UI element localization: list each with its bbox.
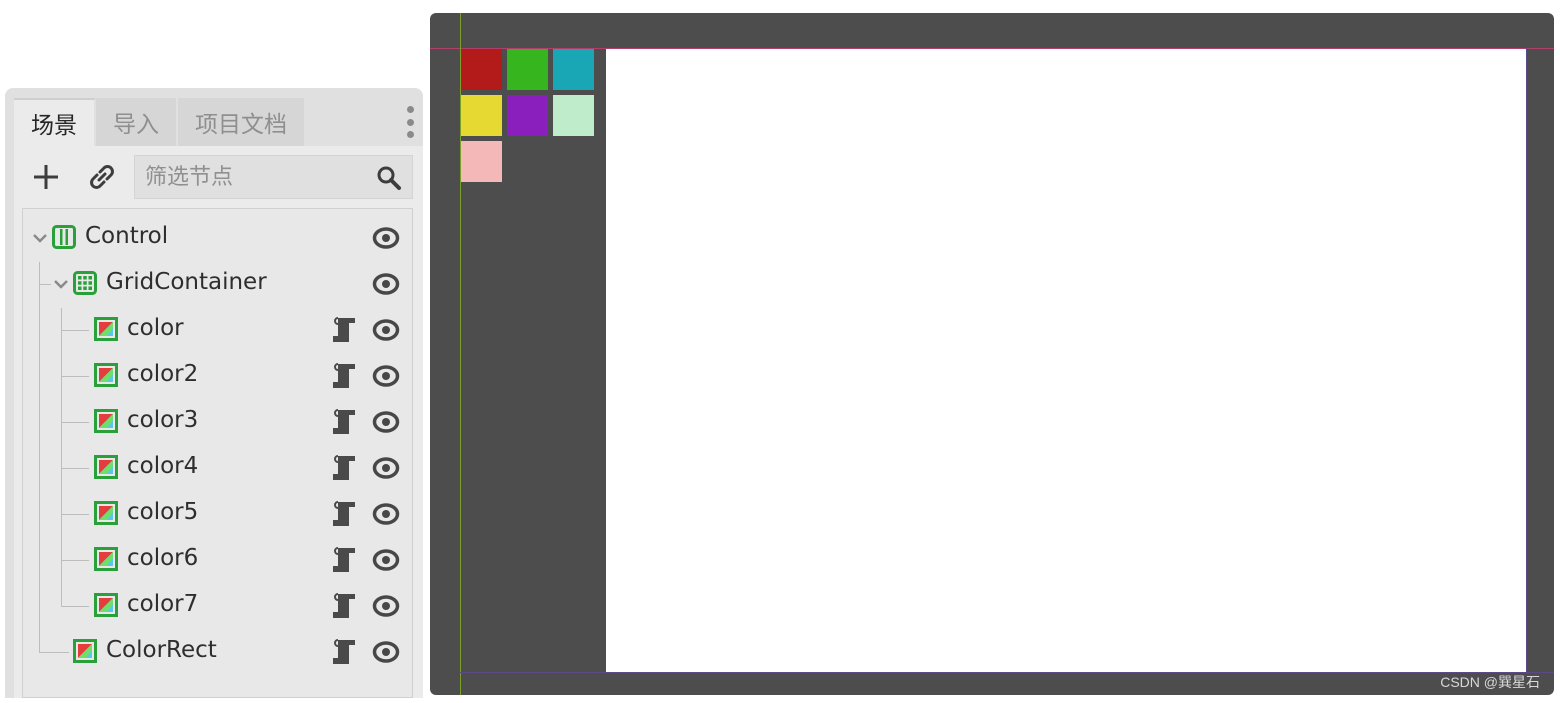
colorrect-icon — [94, 593, 118, 617]
scene-toolbar — [14, 146, 423, 206]
color-swatch-6[interactable] — [553, 95, 594, 136]
script-icon[interactable] — [330, 316, 358, 344]
eye-icon[interactable] — [372, 594, 400, 618]
color-swatch-2[interactable] — [507, 49, 548, 90]
script-icon[interactable] — [330, 408, 358, 436]
script-icon[interactable] — [330, 362, 358, 390]
script-icon[interactable] — [330, 638, 358, 666]
tree-item-control[interactable]: Control — [23, 215, 412, 261]
add-node-button[interactable] — [26, 156, 66, 198]
tab-project-docs[interactable]: 项目文档 — [178, 98, 306, 146]
tree-item-label: color5 — [127, 499, 199, 525]
eye-icon[interactable] — [372, 640, 400, 664]
colorrect-icon — [94, 317, 118, 341]
eye-icon[interactable] — [372, 502, 400, 526]
colorrect-icon — [94, 363, 118, 387]
tree-item-label: color6 — [127, 545, 199, 571]
viewport-guide-top — [430, 48, 1554, 49]
tree-item-label: color2 — [127, 361, 199, 387]
editor-viewport[interactable]: CSDN @巽星石 — [430, 13, 1554, 695]
tree-item-color2[interactable]: color2 — [23, 353, 412, 399]
tree-item-color4[interactable]: color4 — [23, 445, 412, 491]
filter-nodes-input[interactable] — [135, 156, 375, 198]
script-icon[interactable] — [330, 454, 358, 482]
scene-dock: 场景 导入 项目文档 筛选节点 Control GridContainer co… — [5, 88, 423, 698]
tree-item-label: color7 — [127, 591, 199, 617]
viewport-guide-bottom — [460, 672, 1554, 673]
link-icon — [90, 165, 114, 189]
grid-container-icon — [73, 271, 97, 295]
tree-item-label: GridContainer — [106, 269, 267, 295]
colorrect-icon — [94, 501, 118, 525]
tree-item-label: color3 — [127, 407, 199, 433]
colorrect-canvas[interactable] — [606, 48, 1526, 673]
eye-icon[interactable] — [372, 226, 400, 250]
eye-icon[interactable] — [372, 548, 400, 572]
chevron-down-icon[interactable] — [32, 230, 48, 246]
colorrect-icon — [94, 409, 118, 433]
color-swatch-1[interactable] — [461, 49, 502, 90]
eye-icon[interactable] — [372, 364, 400, 388]
color-swatch-7[interactable] — [461, 141, 502, 182]
script-icon[interactable] — [330, 500, 358, 528]
tab-import[interactable]: 导入 — [96, 98, 178, 146]
tree-item-label: color — [127, 315, 184, 341]
color-swatch-4[interactable] — [461, 95, 502, 136]
tree-item-gridcontainer[interactable]: GridContainer — [23, 261, 412, 307]
tree-item-label: ColorRect — [106, 637, 217, 663]
filter-nodes-field[interactable] — [134, 155, 413, 199]
script-icon[interactable] — [330, 592, 358, 620]
tree-item-color5[interactable]: color5 — [23, 491, 412, 537]
plus-icon — [34, 165, 58, 189]
colorrect-icon — [94, 455, 118, 479]
tab-menu-icon[interactable] — [405, 106, 415, 138]
tree-item-color6[interactable]: color6 — [23, 537, 412, 583]
tree-item-colorrect[interactable]: ColorRect — [23, 629, 412, 675]
tree-item-label: Control — [85, 223, 169, 249]
tree-item-color[interactable]: color — [23, 307, 412, 353]
dock-tabs: 场景 导入 项目文档 — [14, 98, 306, 146]
color-swatch-5[interactable] — [507, 95, 548, 136]
tree-item-color7[interactable]: color7 — [23, 583, 412, 629]
script-icon[interactable] — [330, 546, 358, 574]
scene-panel: Control Gri — [14, 146, 423, 698]
scene-tree: Control GridContainer color color2 color… — [22, 208, 413, 698]
instance-scene-button[interactable] — [82, 156, 122, 198]
eye-icon[interactable] — [372, 410, 400, 434]
viewport-guide-right — [1526, 48, 1527, 673]
tree-item-color3[interactable]: color3 — [23, 399, 412, 445]
watermark: CSDN @巽星石 — [1440, 674, 1540, 690]
search-icon — [377, 166, 401, 190]
control-node-icon — [52, 225, 76, 249]
chevron-down-icon[interactable] — [53, 276, 69, 292]
color-swatch-3[interactable] — [553, 49, 594, 90]
eye-icon[interactable] — [372, 318, 400, 342]
eye-icon[interactable] — [372, 272, 400, 296]
eye-icon[interactable] — [372, 456, 400, 480]
tree-item-label: color4 — [127, 453, 199, 479]
colorrect-icon — [94, 547, 118, 571]
tab-scene[interactable]: 场景 — [14, 98, 96, 146]
colorrect-icon — [73, 639, 97, 663]
